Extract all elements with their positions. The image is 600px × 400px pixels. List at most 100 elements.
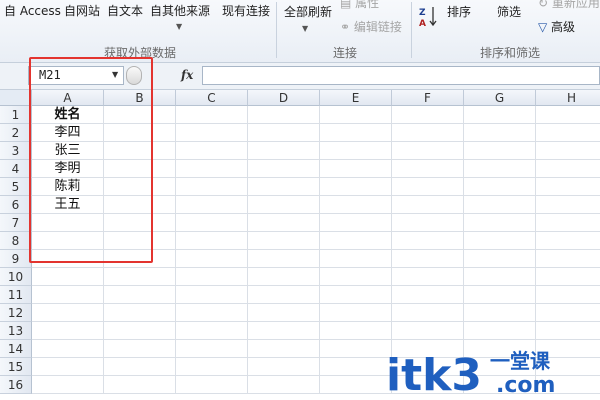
cell-h2[interactable] (536, 124, 600, 142)
cell-b16[interactable] (104, 376, 176, 394)
cell-g10[interactable] (464, 268, 536, 286)
cell-c10[interactable] (176, 268, 248, 286)
from-access-button[interactable]: 自 Access (4, 3, 61, 19)
cell-e8[interactable] (320, 232, 392, 250)
chevron-down-icon[interactable]: ▼ (176, 22, 182, 31)
cell-a13[interactable] (32, 322, 104, 340)
cell-d11[interactable] (248, 286, 320, 304)
advanced-filter-button[interactable]: ▽ 高级 (538, 19, 575, 35)
cell-g4[interactable] (464, 160, 536, 178)
cell-d2[interactable] (248, 124, 320, 142)
cell-b12[interactable] (104, 304, 176, 322)
cell-g1[interactable] (464, 106, 536, 124)
cell-a15[interactable] (32, 358, 104, 376)
cell-d13[interactable] (248, 322, 320, 340)
cell-d16[interactable] (248, 376, 320, 394)
cell-h10[interactable] (536, 268, 600, 286)
cell-c12[interactable] (176, 304, 248, 322)
cell-d9[interactable] (248, 250, 320, 268)
cell-e9[interactable] (320, 250, 392, 268)
filter-button[interactable]: 筛选 (497, 4, 521, 20)
cell-e12[interactable] (320, 304, 392, 322)
cell-c13[interactable] (176, 322, 248, 340)
cell-b13[interactable] (104, 322, 176, 340)
cell-g5[interactable] (464, 178, 536, 196)
cell-f5[interactable] (392, 178, 464, 196)
cell-f12[interactable] (392, 304, 464, 322)
cell-f11[interactable] (392, 286, 464, 304)
row-header-16[interactable]: 16 (0, 376, 32, 394)
cell-e1[interactable] (320, 106, 392, 124)
reapply-button[interactable]: ↻ 重新应用 (538, 0, 600, 11)
cell-e3[interactable] (320, 142, 392, 160)
cell-f2[interactable] (392, 124, 464, 142)
column-header-e[interactable]: E (320, 90, 392, 106)
cell-g8[interactable] (464, 232, 536, 250)
row-header-2[interactable]: 2 (0, 124, 32, 142)
cell-h13[interactable] (536, 322, 600, 340)
cell-g11[interactable] (464, 286, 536, 304)
existing-connections-button[interactable]: 现有连接 (222, 3, 270, 19)
row-header-4[interactable]: 4 (0, 160, 32, 178)
cell-c5[interactable] (176, 178, 248, 196)
row-header-9[interactable]: 9 (0, 250, 32, 268)
cell-a11[interactable] (32, 286, 104, 304)
formula-input[interactable] (202, 66, 600, 85)
cell-c7[interactable] (176, 214, 248, 232)
cell-f7[interactable] (392, 214, 464, 232)
column-header-c[interactable]: C (176, 90, 248, 106)
row-header-11[interactable]: 11 (0, 286, 32, 304)
cell-d6[interactable] (248, 196, 320, 214)
cell-c3[interactable] (176, 142, 248, 160)
cell-c6[interactable] (176, 196, 248, 214)
cell-c16[interactable] (176, 376, 248, 394)
cell-e15[interactable] (320, 358, 392, 376)
row-header-3[interactable]: 3 (0, 142, 32, 160)
cell-f8[interactable] (392, 232, 464, 250)
cell-e7[interactable] (320, 214, 392, 232)
cell-g7[interactable] (464, 214, 536, 232)
cell-h4[interactable] (536, 160, 600, 178)
row-header-12[interactable]: 12 (0, 304, 32, 322)
cell-c11[interactable] (176, 286, 248, 304)
refresh-all-button[interactable]: 全部刷新 (284, 4, 332, 20)
row-header-13[interactable]: 13 (0, 322, 32, 340)
cell-h6[interactable] (536, 196, 600, 214)
cell-b11[interactable] (104, 286, 176, 304)
cell-c2[interactable] (176, 124, 248, 142)
cell-c8[interactable] (176, 232, 248, 250)
cell-g9[interactable] (464, 250, 536, 268)
cell-b14[interactable] (104, 340, 176, 358)
cell-h3[interactable] (536, 142, 600, 160)
chevron-down-icon[interactable]: ▼ (302, 24, 308, 33)
cell-e4[interactable] (320, 160, 392, 178)
cell-f6[interactable] (392, 196, 464, 214)
cell-h11[interactable] (536, 286, 600, 304)
cell-a16[interactable] (32, 376, 104, 394)
cell-e6[interactable] (320, 196, 392, 214)
cell-c15[interactable] (176, 358, 248, 376)
cell-c1[interactable] (176, 106, 248, 124)
cell-e2[interactable] (320, 124, 392, 142)
cell-e14[interactable] (320, 340, 392, 358)
cell-a12[interactable] (32, 304, 104, 322)
column-header-h[interactable]: H (536, 90, 600, 106)
cell-b15[interactable] (104, 358, 176, 376)
cell-g3[interactable] (464, 142, 536, 160)
cell-d15[interactable] (248, 358, 320, 376)
cell-b10[interactable] (104, 268, 176, 286)
cell-f13[interactable] (392, 322, 464, 340)
cell-f4[interactable] (392, 160, 464, 178)
cell-f9[interactable] (392, 250, 464, 268)
cell-d8[interactable] (248, 232, 320, 250)
select-all-corner[interactable] (0, 90, 32, 106)
cell-e13[interactable] (320, 322, 392, 340)
cell-g6[interactable] (464, 196, 536, 214)
from-text-button[interactable]: 自文本 (107, 3, 143, 19)
cell-g2[interactable] (464, 124, 536, 142)
cell-f1[interactable] (392, 106, 464, 124)
row-header-1[interactable]: 1 (0, 106, 32, 124)
cell-d3[interactable] (248, 142, 320, 160)
sort-button[interactable]: 排序 (447, 4, 471, 20)
cell-h7[interactable] (536, 214, 600, 232)
